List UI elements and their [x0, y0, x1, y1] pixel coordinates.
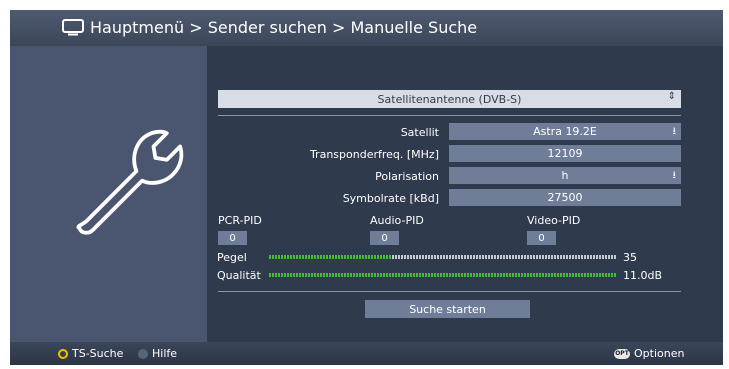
chevron-down-icon: ⭳: [672, 170, 677, 181]
satellite-label: Satellit: [400, 126, 439, 139]
up-down-arrow-icon: ⇕: [667, 91, 676, 102]
audio-pid-label: Audio-PID: [370, 214, 424, 227]
header-bar: Hauptmenü > Sender suchen > Manuelle Suc…: [10, 10, 723, 46]
satellite-value: Astra 19.2E: [533, 125, 597, 138]
ts-search-label: TS-Suche: [72, 347, 124, 360]
ts-search-action[interactable]: TS-Suche: [58, 347, 123, 360]
breadcrumb-title: Hauptmenü > Sender suchen > Manuelle Suc…: [90, 18, 478, 37]
divider: [218, 115, 681, 116]
frequency-value: 12109: [547, 147, 583, 160]
opt-key-icon: OPT: [614, 348, 630, 359]
options-label: Optionen: [634, 347, 685, 360]
level-value: 35: [623, 251, 637, 264]
quality-row: Qualität 11.0dB: [217, 269, 697, 282]
yellow-key-icon: [58, 348, 68, 359]
symbolrate-value: 27500: [547, 191, 583, 204]
antenna-select[interactable]: Satellitenantenne (DVB-S) ⇕: [218, 90, 681, 108]
audio-pid-input[interactable]: 0: [370, 231, 399, 245]
polarisation-select[interactable]: h ⭳: [449, 167, 681, 184]
help-label: Hilfe: [152, 347, 178, 360]
wrench-icon: [76, 129, 184, 235]
quality-label: Qualität: [217, 269, 261, 282]
blue-key-icon: [138, 348, 148, 359]
options-action[interactable]: OPT Optionen: [614, 347, 684, 360]
divider: [218, 291, 681, 292]
quality-value: 11.0dB: [623, 269, 663, 282]
symbolrate-input[interactable]: 27500: [449, 189, 681, 206]
start-search-button[interactable]: Suche starten: [365, 300, 530, 318]
level-label: Pegel: [217, 251, 247, 264]
tv-screen: Hauptmenü > Sender suchen > Manuelle Suc…: [10, 10, 723, 365]
frequency-input[interactable]: 12109: [449, 145, 681, 162]
footer-bar: TS-Suche Hilfe OPT Optionen: [10, 342, 723, 365]
chevron-down-icon: ⭳: [672, 126, 677, 137]
video-pid-label: Video-PID: [527, 214, 581, 227]
polarisation-value: h: [561, 169, 569, 182]
level-bar-fill: [269, 255, 391, 259]
help-action[interactable]: Hilfe: [138, 347, 177, 360]
video-pid-input[interactable]: 0: [527, 231, 556, 245]
frequency-label: Transponderfreq. [MHz]: [309, 148, 439, 161]
pcr-pid-label: PCR-PID: [218, 214, 262, 227]
antenna-value: Satellitenantenne (DVB-S): [377, 92, 522, 106]
level-row: Pegel 35: [217, 251, 697, 264]
quality-bar: [269, 273, 617, 277]
tv-icon: [62, 19, 84, 36]
manual-search-panel: Satellitenantenne (DVB-S) ⇕ Satellit Ast…: [207, 46, 723, 342]
pcr-pid-input[interactable]: 0: [218, 231, 247, 245]
quality-bar-fill: [269, 273, 617, 277]
symbolrate-label: Symbolrate [kBd]: [342, 192, 439, 205]
level-bar: [269, 255, 617, 259]
satellite-select[interactable]: Astra 19.2E ⭳: [449, 123, 681, 140]
polarisation-label: Polarisation: [375, 170, 439, 183]
